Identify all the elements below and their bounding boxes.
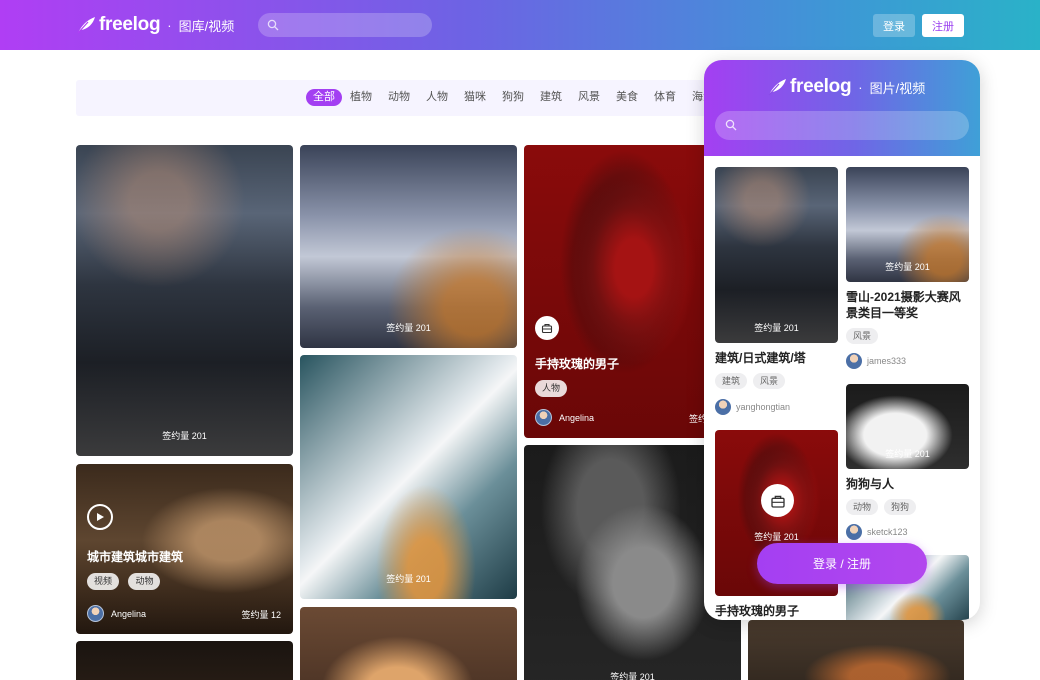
mobile-header: freelog · 图片/视频 — [704, 60, 980, 156]
register-button[interactable]: 注册 — [922, 14, 964, 37]
author-name: james333 — [867, 356, 907, 366]
category-tab-food[interactable]: 美食 — [608, 89, 646, 106]
category-tab-sports[interactable]: 体育 — [646, 89, 684, 106]
card-author[interactable]: Angelina — [535, 409, 594, 426]
mobile-card-tags: 建筑 风景 — [715, 373, 791, 389]
card-title: 城市建筑城市建筑 — [87, 550, 184, 564]
signing-count: 签约量 201 — [754, 323, 799, 333]
card-author[interactable]: Angelina — [87, 605, 146, 622]
card-tags: 人物 — [535, 378, 572, 397]
card-pagoda[interactable]: 签约量 201 — [76, 145, 293, 456]
play-icon[interactable] — [87, 504, 113, 530]
login-button[interactable]: 登录 — [873, 14, 915, 37]
card-cat-dark[interactable] — [76, 641, 293, 680]
mobile-card-tags: 动物 狗狗 — [846, 499, 922, 515]
category-tab-dogs[interactable]: 狗狗 — [494, 89, 532, 106]
tag-pill[interactable]: 风景 — [846, 328, 879, 344]
search-icon — [725, 119, 737, 131]
signing-count: 签约量 201 — [885, 262, 930, 272]
card-mountain[interactable]: 签约量 201 — [300, 145, 517, 348]
section-title: 图片/视频 — [869, 80, 926, 96]
avatar — [846, 353, 862, 369]
author-name: Angelina — [111, 608, 147, 619]
brand-logo[interactable]: freelog · 图库/视频 — [76, 14, 234, 36]
brand-separator: · — [858, 79, 863, 95]
mobile-card-dog-person[interactable]: 签约量 201 — [846, 384, 969, 469]
category-tab-cats[interactable]: 猫咪 — [456, 89, 494, 106]
mobile-card-tags: 风景 — [846, 328, 884, 344]
mobile-card-title[interactable]: 雪山-2021摄影大赛风景类目一等奖 — [846, 289, 972, 321]
signing-count: 签约量 201 — [754, 532, 799, 542]
mobile-card-title[interactable]: 手持玫瑰的男子 — [715, 603, 838, 619]
card-squirrel-video[interactable]: 城市建筑城市建筑 视频 动物 Angelina 签约量 12 — [76, 464, 293, 634]
tag-pill[interactable]: 风景 — [753, 373, 786, 389]
leaf-logo-icon — [77, 17, 95, 34]
avatar — [846, 524, 862, 540]
category-tab-plants[interactable]: 植物 — [342, 89, 380, 106]
top-header: freelog · 图库/视频 登录 注册 — [0, 0, 1040, 50]
search-icon — [267, 19, 279, 31]
mobile-card-author[interactable]: yanghongtian — [715, 399, 790, 415]
bag-icon[interactable] — [761, 484, 794, 517]
author-name: Angelina — [559, 412, 595, 423]
card-autumn[interactable] — [748, 620, 964, 680]
mobile-brand-logo[interactable]: freelog · 图片/视频 — [767, 76, 925, 98]
signing-count: 签约量 201 — [610, 672, 655, 680]
tag-pill[interactable]: 动物 — [128, 573, 161, 590]
mobile-search-input[interactable] — [715, 111, 969, 140]
leaf-logo-icon — [768, 79, 786, 96]
mobile-card-mountain[interactable]: 签约量 201 — [846, 167, 969, 282]
signing-count: 签约量 201 — [386, 323, 431, 333]
tag-pill[interactable]: 狗狗 — [884, 499, 917, 515]
signing-count: 签约量 201 — [386, 574, 431, 584]
card-cat[interactable] — [300, 607, 517, 680]
avatar — [87, 605, 104, 622]
category-tab-people[interactable]: 人物 — [418, 89, 456, 106]
card-tags: 视频 动物 — [87, 571, 165, 590]
tag-pill[interactable]: 动物 — [846, 499, 879, 515]
signing-count: 签约量 201 — [885, 449, 930, 459]
brand-separator: · — [167, 17, 172, 33]
tag-pill[interactable]: 人物 — [535, 380, 568, 397]
bag-icon[interactable] — [535, 316, 559, 340]
tag-pill[interactable]: 建筑 — [715, 373, 748, 389]
card-building[interactable]: 签约量 201 — [300, 355, 517, 599]
mobile-card-author[interactable]: james333 — [846, 353, 906, 369]
mobile-preview: freelog · 图片/视频 签约量 201 建筑/日式建筑/塔 建筑 风景 … — [704, 60, 980, 620]
brand-name: freelog — [99, 14, 161, 35]
avatar — [535, 409, 552, 426]
card-rose[interactable]: 手持玫瑰的男子 人物 Angelina 签约 — [524, 145, 724, 438]
author-name: yanghongtian — [736, 402, 791, 412]
section-title: 图库/视频 — [178, 18, 235, 34]
category-tab-all[interactable]: 全部 — [306, 89, 342, 106]
signing-count: 签约量 12 — [241, 610, 281, 620]
mobile-card-title[interactable]: 建筑/日式建筑/塔 — [715, 350, 838, 366]
signing-count: 签约量 201 — [162, 431, 207, 441]
login-register-button[interactable]: 登录 / 注册 — [757, 543, 927, 584]
category-tab-architecture[interactable]: 建筑 — [532, 89, 570, 106]
brand-name: freelog — [790, 76, 852, 97]
tag-pill[interactable]: 视频 — [87, 573, 120, 590]
category-tabs: 全部 植物 动物 人物 猫咪 狗狗 建筑 风景 美食 体育 海洋世界 — [306, 89, 744, 106]
mobile-card-author[interactable]: sketck123 — [846, 524, 908, 540]
mobile-card-pagoda[interactable]: 签约量 201 — [715, 167, 838, 343]
mobile-card-title[interactable]: 狗狗与人 — [846, 476, 969, 492]
search-input[interactable] — [258, 13, 432, 37]
category-tab-scenery[interactable]: 风景 — [570, 89, 608, 106]
avatar — [715, 399, 731, 415]
card-title: 手持玫瑰的男子 — [535, 357, 620, 371]
category-tab-animals[interactable]: 动物 — [380, 89, 418, 106]
author-name: sketck123 — [867, 527, 908, 537]
